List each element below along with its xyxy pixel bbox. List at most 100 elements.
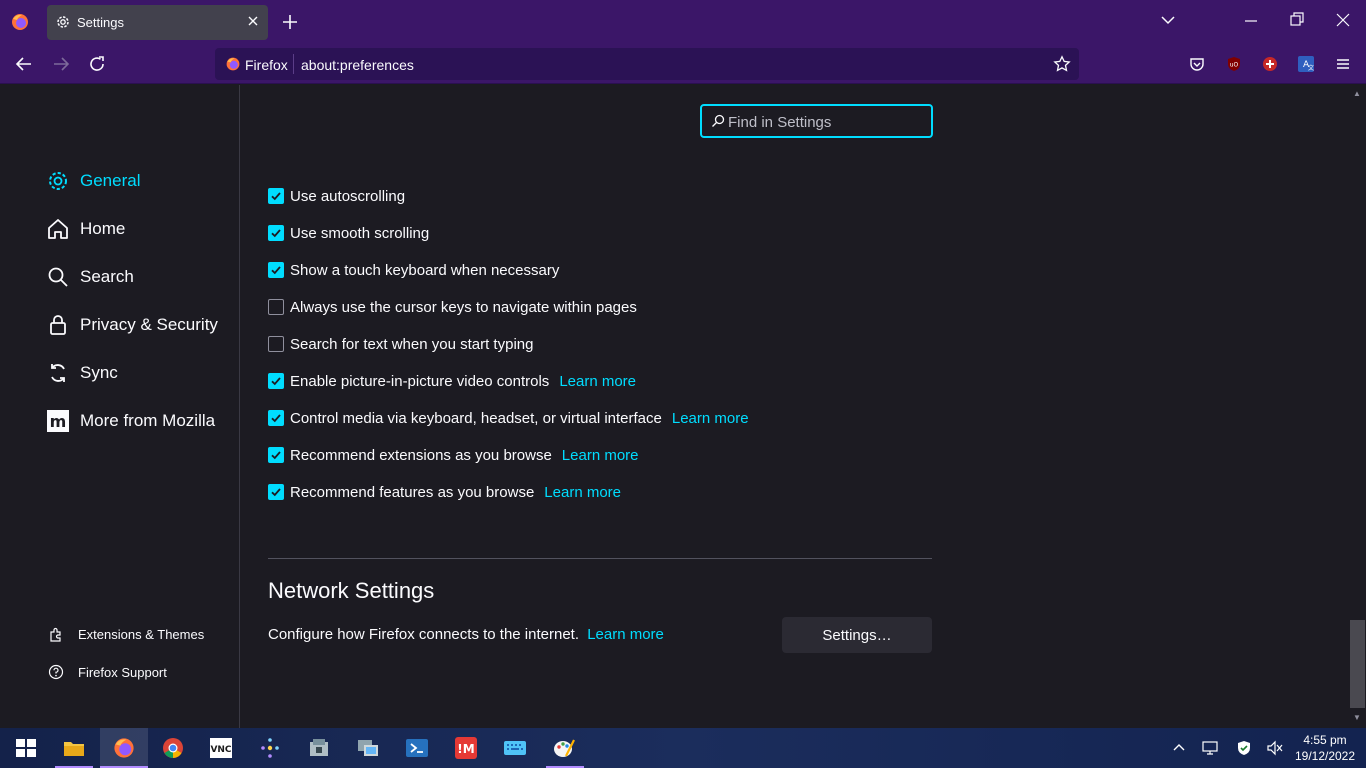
category-label: General <box>80 171 141 190</box>
option-label: Use smooth scrolling <box>290 224 430 242</box>
installer-icon[interactable] <box>307 736 331 760</box>
paint-icon[interactable] <box>552 736 576 760</box>
mozilla-icon: m <box>47 410 69 432</box>
option-cursor-keys[interactable]: Always use the cursor keys to navigate w… <box>268 297 637 317</box>
minimize-icon[interactable] <box>1244 12 1258 28</box>
option-media-control[interactable]: Control media via keyboard, headset, or … <box>268 408 749 428</box>
search-icon <box>48 267 68 287</box>
option-recommend-extensions[interactable]: Recommend extensions as you browse Learn… <box>268 445 639 465</box>
url-text[interactable]: about:preferences <box>301 57 414 73</box>
option-recommend-features[interactable]: Recommend features as you browse Learn m… <box>268 482 621 502</box>
tab-strip: Settings <box>0 0 1366 44</box>
clock-time: 4:55 pm <box>1303 733 1347 747</box>
footer-label: Firefox Support <box>78 664 167 680</box>
powershell-icon[interactable] <box>405 736 429 760</box>
category-general[interactable]: General <box>46 167 140 195</box>
url-bar[interactable]: Firefox about:preferences <box>215 48 1079 80</box>
learn-more-link[interactable]: Learn more <box>672 410 749 427</box>
option-picture-in-picture[interactable]: Enable picture-in-picture video controls… <box>268 371 636 391</box>
checkbox-checked[interactable] <box>268 225 284 241</box>
category-label: Privacy & Security <box>80 315 218 334</box>
svg-text:!M: !M <box>457 742 474 756</box>
learn-more-link[interactable]: Learn more <box>587 626 664 643</box>
checkbox-checked[interactable] <box>268 188 284 204</box>
back-icon[interactable] <box>15 55 33 73</box>
app-dots-icon[interactable] <box>258 736 282 760</box>
restore-icon[interactable] <box>1290 12 1304 28</box>
taskbar: VNC !M 4:55 pm 19/12/2022 <box>0 728 1366 768</box>
category-label: Home <box>80 219 126 238</box>
bookmark-star-icon[interactable] <box>1053 55 1071 73</box>
option-label: Search for text when you start typing <box>290 335 534 353</box>
firefox-taskbar-icon[interactable] <box>112 736 136 760</box>
sync-icon <box>51 364 65 382</box>
nav-toolbar: Firefox about:preferences uO A文 <box>0 44 1366 84</box>
keyboard-app-icon[interactable] <box>503 736 527 760</box>
extensions-themes-link[interactable]: Extensions & Themes <box>48 626 204 642</box>
network-description: Configure how Firefox connects to the in… <box>268 626 664 643</box>
search-input[interactable] <box>728 112 923 132</box>
option-autoscrolling[interactable]: Use autoscrolling <box>268 186 405 206</box>
tab-title: Settings <box>77 15 124 30</box>
close-tab-icon[interactable] <box>246 14 260 28</box>
category-label: More from Mozilla <box>80 411 216 430</box>
learn-more-link[interactable]: Learn more <box>562 447 639 464</box>
category-search[interactable]: Search <box>46 263 134 291</box>
option-label: Enable picture-in-picture video controls <box>290 372 550 390</box>
option-touch-keyboard[interactable]: Show a touch keyboard when necessary <box>268 260 559 280</box>
checkbox-checked[interactable] <box>268 484 284 500</box>
network-icon[interactable] <box>1202 740 1220 756</box>
option-label: Show a touch keyboard when necessary <box>290 261 560 279</box>
file-explorer-icon[interactable] <box>62 736 86 760</box>
volume-muted-icon[interactable] <box>1266 740 1284 756</box>
system-clock[interactable]: 4:55 pm 19/12/2022 <box>1290 732 1360 764</box>
learn-more-link[interactable]: Learn more <box>559 373 636 390</box>
scrollbar-thumb[interactable] <box>1350 620 1365 708</box>
svg-text:m: m <box>50 412 67 431</box>
identity-label: Firefox <box>245 57 288 73</box>
ublock-icon[interactable]: uO <box>1226 56 1242 72</box>
checkbox-checked[interactable] <box>268 262 284 278</box>
category-more-from-mozilla[interactable]: m More from Mozilla <box>46 407 215 435</box>
show-hidden-icons-icon[interactable] <box>1172 740 1186 754</box>
pocket-icon[interactable] <box>1189 56 1205 72</box>
firefox-support-link[interactable]: Firefox Support <box>48 664 167 680</box>
learn-more-link[interactable]: Learn more <box>544 484 621 501</box>
list-all-tabs-icon[interactable] <box>1160 12 1176 28</box>
extension-red-icon[interactable] <box>1262 56 1278 72</box>
vnc-icon[interactable]: VNC <box>209 736 233 760</box>
svg-text:文: 文 <box>1308 64 1314 72</box>
checkbox-checked[interactable] <box>268 373 284 389</box>
search-icon <box>712 114 725 127</box>
firefox-identity-icon[interactable] <box>225 56 241 72</box>
windows-start-icon[interactable] <box>14 736 38 760</box>
url-divider <box>293 54 294 74</box>
option-smooth-scrolling[interactable]: Use smooth scrolling <box>268 223 429 243</box>
option-search-typing[interactable]: Search for text when you start typing <box>268 334 533 354</box>
category-sync[interactable]: Sync <box>46 359 118 387</box>
menu-icon[interactable] <box>1335 56 1351 72</box>
network-settings-button[interactable]: Settings… <box>782 617 932 653</box>
scroll-down-icon[interactable]: ▼ <box>1353 713 1361 722</box>
chrome-icon[interactable] <box>161 736 185 760</box>
close-window-icon[interactable] <box>1336 12 1350 28</box>
category-home[interactable]: Home <box>46 215 125 243</box>
category-privacy[interactable]: Privacy & Security <box>46 311 218 339</box>
firefox-icon[interactable] <box>10 12 30 32</box>
forward-icon[interactable] <box>52 55 70 73</box>
translate-icon[interactable]: A文 <box>1298 56 1314 72</box>
checkbox-checked[interactable] <box>268 447 284 463</box>
network-app-icon[interactable] <box>356 736 380 760</box>
checkbox-checked[interactable] <box>268 410 284 426</box>
find-in-settings[interactable] <box>700 104 933 138</box>
red-app-icon[interactable]: !M <box>454 736 478 760</box>
tab-settings[interactable]: Settings <box>47 5 268 40</box>
scroll-up-icon[interactable]: ▲ <box>1353 89 1361 98</box>
checkbox-unchecked[interactable] <box>268 336 284 352</box>
reload-icon[interactable] <box>88 55 106 73</box>
checkmark-icon <box>271 414 281 423</box>
help-icon <box>48 664 64 680</box>
new-tab-icon[interactable] <box>280 12 300 32</box>
checkbox-unchecked[interactable] <box>268 299 284 315</box>
security-shield-icon[interactable] <box>1236 740 1252 756</box>
